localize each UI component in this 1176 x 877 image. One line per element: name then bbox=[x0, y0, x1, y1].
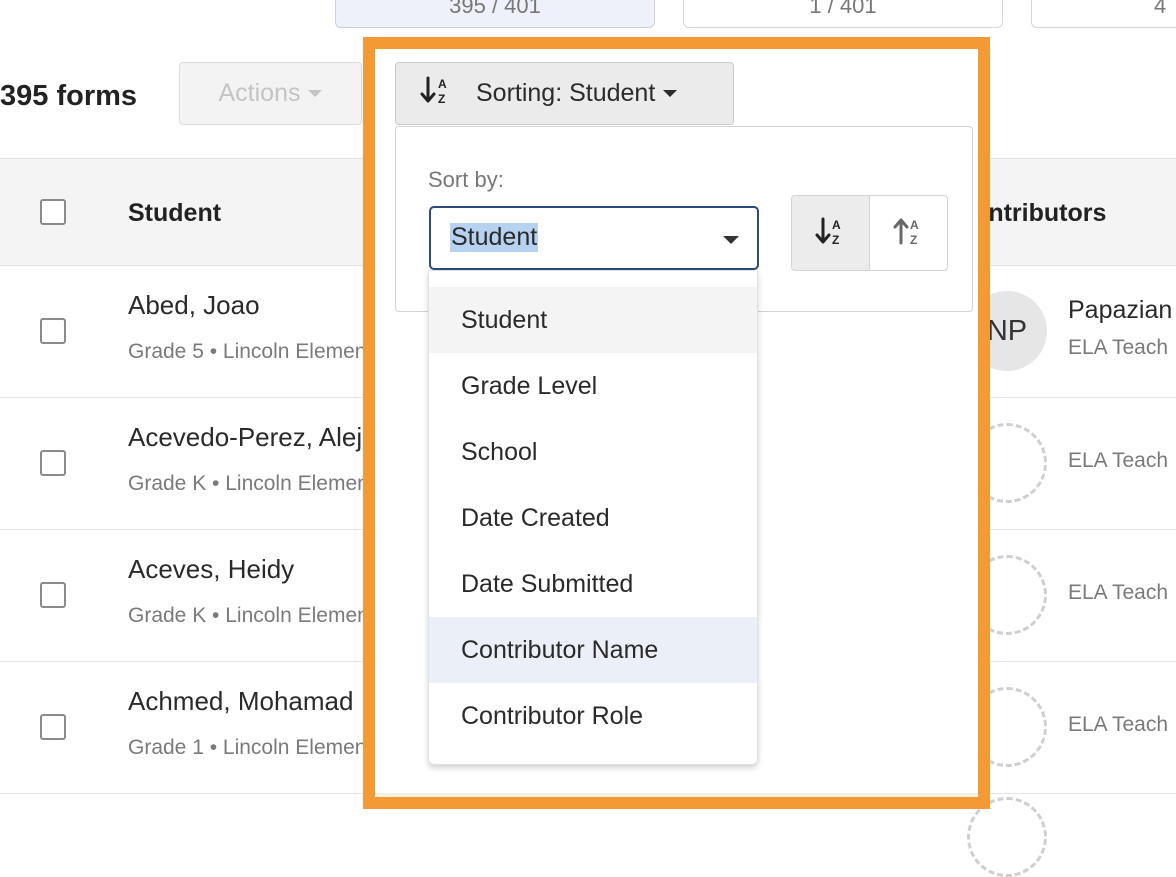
row-checkbox[interactable] bbox=[40, 714, 66, 740]
svg-text:Z: Z bbox=[910, 233, 917, 246]
student-details: Grade 1 • Lincoln Elementary bbox=[128, 736, 402, 759]
caret-down-icon bbox=[308, 90, 323, 97]
contributor-role: ELA Teach bbox=[1068, 336, 1169, 359]
stat-tab-second[interactable]: 1 / 401 bbox=[683, 0, 1003, 28]
sort-button[interactable]: A Z Sorting: Student bbox=[395, 62, 734, 125]
sort-ascending-icon: A Z bbox=[420, 75, 454, 112]
stat-tab-label: 395 / 401 bbox=[449, 0, 541, 18]
svg-text:Z: Z bbox=[438, 92, 445, 105]
sort-option-contributor-name[interactable]: Contributor Name bbox=[429, 617, 757, 683]
row-checkbox[interactable] bbox=[40, 450, 66, 476]
sort-by-label: Sort by: bbox=[428, 167, 504, 192]
contributor-role: ELA Teach bbox=[1068, 449, 1169, 472]
column-header-student[interactable]: Student bbox=[128, 199, 221, 228]
contributor-name: Papazian bbox=[1068, 296, 1173, 324]
sort-field-dropdown: Student Grade Level School Date Created … bbox=[428, 270, 758, 765]
sort-field-select[interactable]: Student bbox=[429, 206, 759, 270]
sort-ascending-button[interactable]: A Z bbox=[792, 196, 870, 270]
stat-tab-all[interactable]: 395 / 401 bbox=[335, 0, 655, 28]
sort-option-date-created[interactable]: Date Created bbox=[429, 485, 757, 551]
sort-descending-button[interactable]: A Z bbox=[870, 196, 947, 270]
select-all-checkbox[interactable] bbox=[40, 199, 66, 225]
row-checkbox[interactable] bbox=[40, 318, 66, 344]
student-name[interactable]: Aceves, Heidy bbox=[128, 554, 294, 585]
sort-field-value: Student bbox=[450, 223, 539, 252]
sort-order-toggle: A Z A Z bbox=[791, 195, 948, 271]
actions-button[interactable]: Actions bbox=[179, 62, 362, 125]
svg-text:A: A bbox=[910, 218, 919, 232]
caret-down-icon bbox=[723, 236, 739, 244]
highlight-divider bbox=[375, 793, 978, 797]
empty-avatar bbox=[967, 797, 1047, 877]
student-details: Grade 5 • Lincoln Elementary bbox=[128, 340, 402, 363]
sort-ascending-icon: A Z bbox=[815, 216, 847, 251]
contributor-role: ELA Teach bbox=[1068, 581, 1169, 604]
caret-down-icon bbox=[663, 90, 678, 97]
forms-count: 395 forms bbox=[0, 80, 138, 112]
student-name[interactable]: Abed, Joao bbox=[128, 290, 260, 321]
svg-text:Z: Z bbox=[832, 233, 839, 246]
sort-option-student[interactable]: Student bbox=[429, 287, 757, 353]
stat-tab-label: 1 / 401 bbox=[809, 0, 877, 18]
row-checkbox[interactable] bbox=[40, 582, 66, 608]
contributor-role: ELA Teach bbox=[1068, 713, 1169, 736]
svg-text:A: A bbox=[832, 218, 841, 232]
sort-descending-icon: A Z bbox=[893, 216, 925, 251]
svg-text:A: A bbox=[438, 77, 447, 91]
student-name[interactable]: Achmed, Mohamad bbox=[128, 686, 353, 717]
sort-option-date-submitted[interactable]: Date Submitted bbox=[429, 551, 757, 617]
sort-option-grade-level[interactable]: Grade Level bbox=[429, 353, 757, 419]
stat-tab-third[interactable]: 4 bbox=[1031, 0, 1176, 28]
sort-label: Sorting: Student bbox=[476, 79, 656, 107]
actions-label: Actions bbox=[218, 79, 301, 107]
stat-tab-label: 4 bbox=[1154, 0, 1167, 18]
sort-option-contributor-role[interactable]: Contributor Role bbox=[429, 683, 757, 749]
sort-option-school[interactable]: School bbox=[429, 419, 757, 485]
